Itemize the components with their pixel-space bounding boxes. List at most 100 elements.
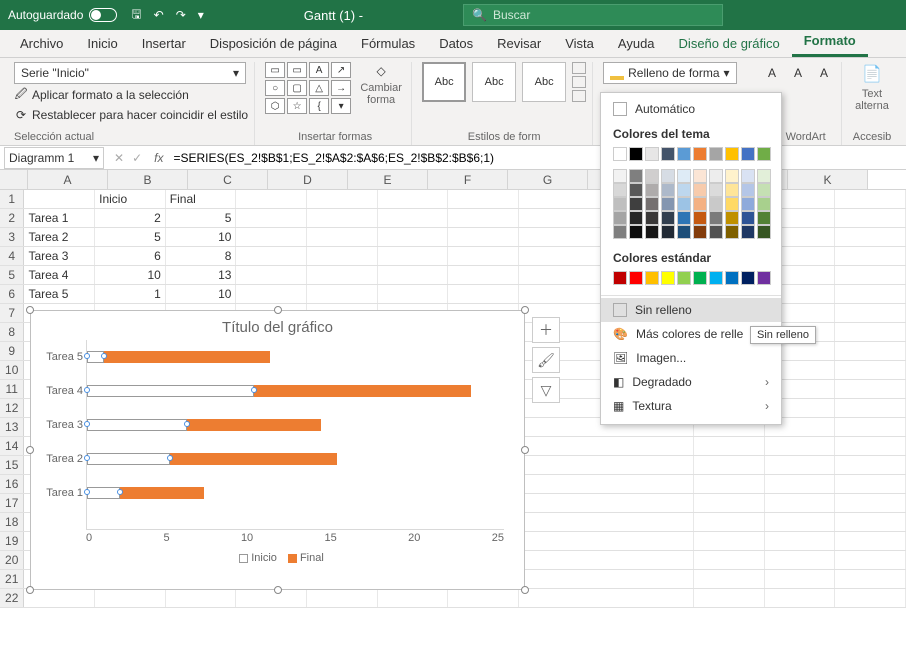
resize-handle[interactable] <box>274 306 282 314</box>
cell[interactable] <box>835 247 906 265</box>
cell[interactable]: Tarea 3 <box>24 247 95 265</box>
color-swatch[interactable] <box>613 271 627 285</box>
shape-roundrect-icon[interactable]: ▢ <box>287 80 307 96</box>
shape-styles-gallery[interactable]: Abc Abc Abc <box>422 62 586 102</box>
shape-rect-icon[interactable]: ▭ <box>265 62 285 78</box>
color-swatch[interactable] <box>709 225 723 239</box>
cell[interactable]: 10 <box>166 285 237 303</box>
resize-handle[interactable] <box>521 306 529 314</box>
fill-texture[interactable]: ▦ Textura › <box>601 394 781 418</box>
undo-icon[interactable]: ↶ <box>154 8 164 22</box>
color-swatch[interactable] <box>661 197 675 211</box>
shape-text-icon[interactable]: A <box>309 62 329 78</box>
cell[interactable] <box>236 228 307 246</box>
cell[interactable] <box>519 494 694 512</box>
bar-row[interactable]: Tarea 2 <box>87 442 504 476</box>
shape-oval-icon[interactable]: ○ <box>265 80 285 96</box>
row-header[interactable]: 17 <box>0 494 24 512</box>
color-swatch[interactable] <box>645 211 659 225</box>
cell[interactable] <box>835 361 906 379</box>
cell[interactable] <box>24 190 95 208</box>
cell[interactable] <box>236 589 307 607</box>
color-swatch[interactable] <box>613 147 627 161</box>
color-swatch[interactable] <box>757 169 771 183</box>
tab-disposicion[interactable]: Disposición de página <box>198 30 349 57</box>
bar-row[interactable]: Tarea 1 <box>87 476 504 510</box>
cell[interactable] <box>519 437 694 455</box>
row-header[interactable]: 10 <box>0 361 24 379</box>
color-swatch[interactable] <box>693 211 707 225</box>
cell[interactable] <box>694 570 765 588</box>
color-swatch[interactable] <box>757 211 771 225</box>
color-swatch[interactable] <box>629 211 643 225</box>
cell[interactable] <box>448 228 519 246</box>
color-swatch[interactable] <box>693 183 707 197</box>
redo-icon[interactable]: ↷ <box>176 8 186 22</box>
cell[interactable] <box>765 494 836 512</box>
cell[interactable] <box>694 513 765 531</box>
color-swatch[interactable] <box>645 147 659 161</box>
cell[interactable] <box>378 247 449 265</box>
cell[interactable] <box>835 323 906 341</box>
cell[interactable] <box>378 285 449 303</box>
color-swatch[interactable] <box>677 211 691 225</box>
bar-segment-final[interactable] <box>104 351 271 363</box>
toggle-icon[interactable] <box>89 8 117 22</box>
tab-formato[interactable]: Formato <box>792 27 868 57</box>
cell[interactable] <box>835 513 906 531</box>
cell[interactable] <box>765 570 836 588</box>
style-thumb-1[interactable]: Abc <box>422 62 466 102</box>
cell[interactable] <box>448 266 519 284</box>
color-swatch[interactable] <box>613 197 627 211</box>
cell[interactable] <box>765 589 836 607</box>
cell[interactable] <box>236 247 307 265</box>
bar-row[interactable]: Tarea 5 <box>87 340 504 374</box>
color-swatch[interactable] <box>741 225 755 239</box>
shape-fill-button[interactable]: Relleno de forma ▾ <box>603 62 736 84</box>
col-header[interactable]: A <box>28 170 108 189</box>
cell[interactable] <box>236 209 307 227</box>
cell[interactable] <box>835 494 906 512</box>
select-all-corner[interactable] <box>0 170 28 189</box>
cell[interactable] <box>765 551 836 569</box>
color-swatch[interactable] <box>661 183 675 197</box>
color-swatch[interactable] <box>613 183 627 197</box>
cell[interactable]: 8 <box>166 247 237 265</box>
tab-revisar[interactable]: Revisar <box>485 30 553 57</box>
cell[interactable] <box>378 209 449 227</box>
cell[interactable] <box>694 456 765 474</box>
color-swatch[interactable] <box>741 183 755 197</box>
color-swatch[interactable] <box>757 225 771 239</box>
cell[interactable] <box>835 418 906 436</box>
color-swatch[interactable] <box>613 211 627 225</box>
cell[interactable] <box>519 475 694 493</box>
color-swatch[interactable] <box>629 147 643 161</box>
col-header[interactable]: G <box>508 170 588 189</box>
bar-segment-final[interactable] <box>120 487 203 499</box>
cell[interactable]: 5 <box>166 209 237 227</box>
cell[interactable] <box>694 532 765 550</box>
cell[interactable] <box>519 532 694 550</box>
color-swatch[interactable] <box>629 197 643 211</box>
color-swatch[interactable] <box>645 225 659 239</box>
autosave-toggle[interactable]: Autoguardado <box>8 8 117 22</box>
wa-effects-icon[interactable]: A <box>813 62 835 84</box>
qa-customize-icon[interactable]: ▾ <box>198 8 204 22</box>
tab-ayuda[interactable]: Ayuda <box>606 30 667 57</box>
shapes-gallery[interactable]: ▭ ▭ A ↗ ○ ▢ △ → ⬡ ☆ { ▾ <box>265 62 351 114</box>
row-header[interactable]: 4 <box>0 247 24 265</box>
resize-handle[interactable] <box>26 586 34 594</box>
col-header[interactable]: F <box>428 170 508 189</box>
color-swatch[interactable] <box>645 183 659 197</box>
cell[interactable]: Inicio <box>95 190 166 208</box>
bar-row[interactable]: Tarea 3 <box>87 408 504 442</box>
cell[interactable]: Tarea 4 <box>24 266 95 284</box>
row-header[interactable]: 15 <box>0 456 24 474</box>
color-swatch[interactable] <box>757 147 771 161</box>
cell[interactable] <box>519 551 694 569</box>
cell[interactable] <box>236 285 307 303</box>
color-swatch[interactable] <box>645 271 659 285</box>
color-swatch[interactable] <box>709 211 723 225</box>
color-swatch[interactable] <box>693 197 707 211</box>
row-header[interactable]: 20 <box>0 551 24 569</box>
